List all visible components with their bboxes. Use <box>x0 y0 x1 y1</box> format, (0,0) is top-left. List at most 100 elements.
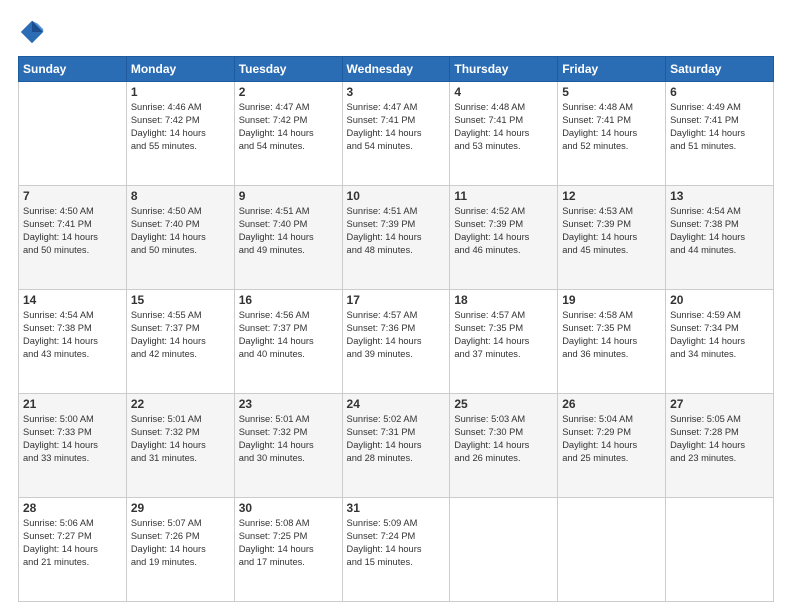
calendar-cell: 22 Sunrise: 5:01 AMSunset: 7:32 PMDayligh… <box>126 394 234 498</box>
cell-content: Sunrise: 4:54 AMSunset: 7:38 PMDaylight:… <box>670 205 769 257</box>
day-number: 23 <box>239 397 338 411</box>
day-number: 14 <box>23 293 122 307</box>
calendar-cell: 23 Sunrise: 5:01 AMSunset: 7:32 PMDayligh… <box>234 394 342 498</box>
cell-content: Sunrise: 4:58 AMSunset: 7:35 PMDaylight:… <box>562 309 661 361</box>
page: SundayMondayTuesdayWednesdayThursdayFrid… <box>0 0 792 612</box>
day-number: 18 <box>454 293 553 307</box>
calendar-week-2: 7Sunrise: 4:50 AMSunset: 7:41 PMDaylight… <box>19 186 774 290</box>
weekday-header-monday: Monday <box>126 57 234 82</box>
day-number: 2 <box>239 85 338 99</box>
cell-content: Sunrise: 5:01 AMSunset: 7:32 PMDaylight:… <box>131 413 230 465</box>
day-number: 30 <box>239 501 338 515</box>
day-number: 15 <box>131 293 230 307</box>
day-number: 16 <box>239 293 338 307</box>
calendar-table: SundayMondayTuesdayWednesdayThursdayFrid… <box>18 56 774 602</box>
calendar-cell <box>558 498 666 602</box>
cell-content: Sunrise: 4:52 AMSunset: 7:39 PMDaylight:… <box>454 205 553 257</box>
cell-content: Sunrise: 5:06 AMSunset: 7:27 PMDaylight:… <box>23 517 122 569</box>
day-number: 25 <box>454 397 553 411</box>
day-number: 17 <box>347 293 446 307</box>
cell-content: Sunrise: 4:59 AMSunset: 7:34 PMDaylight:… <box>670 309 769 361</box>
cell-content: Sunrise: 4:57 AMSunset: 7:36 PMDaylight:… <box>347 309 446 361</box>
calendar-cell: 17 Sunrise: 4:57 AMSunset: 7:36 PMDayligh… <box>342 290 450 394</box>
cell-content: Sunrise: 4:55 AMSunset: 7:37 PMDaylight:… <box>131 309 230 361</box>
weekday-header-sunday: Sunday <box>19 57 127 82</box>
weekday-header-wednesday: Wednesday <box>342 57 450 82</box>
weekday-header-friday: Friday <box>558 57 666 82</box>
logo-icon <box>18 18 46 46</box>
calendar-week-1: 1Sunrise: 4:46 AMSunset: 7:42 PMDaylight… <box>19 82 774 186</box>
cell-content: Sunrise: 4:48 AMSunset: 7:41 PMDaylight:… <box>454 101 553 153</box>
cell-content: Sunrise: 4:56 AMSunset: 7:37 PMDaylight:… <box>239 309 338 361</box>
cell-content: Sunrise: 5:00 AMSunset: 7:33 PMDaylight:… <box>23 413 122 465</box>
weekday-header-saturday: Saturday <box>666 57 774 82</box>
day-number: 6 <box>670 85 769 99</box>
day-number: 9 <box>239 189 338 203</box>
cell-content: Sunrise: 4:54 AMSunset: 7:38 PMDaylight:… <box>23 309 122 361</box>
cell-content: Sunrise: 4:47 AMSunset: 7:42 PMDaylight:… <box>239 101 338 153</box>
calendar-cell: 3 Sunrise: 4:47 AMSunset: 7:41 PMDaylight… <box>342 82 450 186</box>
calendar-cell: 1Sunrise: 4:46 AMSunset: 7:42 PMDaylight… <box>126 82 234 186</box>
calendar-cell: 21 Sunrise: 5:00 AMSunset: 7:33 PMDayligh… <box>19 394 127 498</box>
calendar-cell: 13 Sunrise: 4:54 AMSunset: 7:38 PMDayligh… <box>666 186 774 290</box>
calendar-cell: 20 Sunrise: 4:59 AMSunset: 7:34 PMDayligh… <box>666 290 774 394</box>
cell-content: Sunrise: 4:57 AMSunset: 7:35 PMDaylight:… <box>454 309 553 361</box>
calendar-cell: 26Sunrise: 5:04 AMSunset: 7:29 PMDayligh… <box>558 394 666 498</box>
day-number: 3 <box>347 85 446 99</box>
cell-content: Sunrise: 4:50 AMSunset: 7:40 PMDaylight:… <box>131 205 230 257</box>
calendar-cell: 24 Sunrise: 5:02 AMSunset: 7:31 PMDayligh… <box>342 394 450 498</box>
cell-content: Sunrise: 4:53 AMSunset: 7:39 PMDaylight:… <box>562 205 661 257</box>
cell-content: Sunrise: 4:51 AMSunset: 7:40 PMDaylight:… <box>239 205 338 257</box>
day-number: 20 <box>670 293 769 307</box>
calendar-cell: 14 Sunrise: 4:54 AMSunset: 7:38 PMDayligh… <box>19 290 127 394</box>
calendar-cell: 16 Sunrise: 4:56 AMSunset: 7:37 PMDayligh… <box>234 290 342 394</box>
day-number: 4 <box>454 85 553 99</box>
day-number: 8 <box>131 189 230 203</box>
calendar-cell: 12 Sunrise: 4:53 AMSunset: 7:39 PMDayligh… <box>558 186 666 290</box>
calendar-cell <box>450 498 558 602</box>
day-number: 28 <box>23 501 122 515</box>
day-number: 19 <box>562 293 661 307</box>
day-number: 21 <box>23 397 122 411</box>
calendar-cell: 5Sunrise: 4:48 AMSunset: 7:41 PMDaylight… <box>558 82 666 186</box>
calendar-cell: 30 Sunrise: 5:08 AMSunset: 7:25 PMDayligh… <box>234 498 342 602</box>
calendar-cell <box>666 498 774 602</box>
day-number: 10 <box>347 189 446 203</box>
cell-content: Sunrise: 5:03 AMSunset: 7:30 PMDaylight:… <box>454 413 553 465</box>
calendar-cell: 2 Sunrise: 4:47 AMSunset: 7:42 PMDaylight… <box>234 82 342 186</box>
cell-content: Sunrise: 5:02 AMSunset: 7:31 PMDaylight:… <box>347 413 446 465</box>
calendar-week-5: 28 Sunrise: 5:06 AMSunset: 7:27 PMDayligh… <box>19 498 774 602</box>
day-number: 13 <box>670 189 769 203</box>
calendar-cell: 9 Sunrise: 4:51 AMSunset: 7:40 PMDaylight… <box>234 186 342 290</box>
cell-content: Sunrise: 5:08 AMSunset: 7:25 PMDaylight:… <box>239 517 338 569</box>
cell-content: Sunrise: 4:50 AMSunset: 7:41 PMDaylight:… <box>23 205 122 257</box>
calendar-cell: 10 Sunrise: 4:51 AMSunset: 7:39 PMDayligh… <box>342 186 450 290</box>
cell-content: Sunrise: 5:07 AMSunset: 7:26 PMDaylight:… <box>131 517 230 569</box>
cell-content: Sunrise: 5:01 AMSunset: 7:32 PMDaylight:… <box>239 413 338 465</box>
weekday-header-thursday: Thursday <box>450 57 558 82</box>
cell-content: Sunrise: 4:47 AMSunset: 7:41 PMDaylight:… <box>347 101 446 153</box>
calendar-cell: 19 Sunrise: 4:58 AMSunset: 7:35 PMDayligh… <box>558 290 666 394</box>
logo <box>18 18 50 46</box>
calendar-cell: 6 Sunrise: 4:49 AMSunset: 7:41 PMDaylight… <box>666 82 774 186</box>
day-number: 31 <box>347 501 446 515</box>
day-number: 12 <box>562 189 661 203</box>
calendar-cell: 31Sunrise: 5:09 AMSunset: 7:24 PMDayligh… <box>342 498 450 602</box>
day-number: 1 <box>131 85 230 99</box>
calendar-cell: 4 Sunrise: 4:48 AMSunset: 7:41 PMDaylight… <box>450 82 558 186</box>
cell-content: Sunrise: 4:51 AMSunset: 7:39 PMDaylight:… <box>347 205 446 257</box>
day-number: 27 <box>670 397 769 411</box>
calendar-cell: 8 Sunrise: 4:50 AMSunset: 7:40 PMDaylight… <box>126 186 234 290</box>
cell-content: Sunrise: 4:49 AMSunset: 7:41 PMDaylight:… <box>670 101 769 153</box>
calendar-cell: 18 Sunrise: 4:57 AMSunset: 7:35 PMDayligh… <box>450 290 558 394</box>
calendar-week-4: 21 Sunrise: 5:00 AMSunset: 7:33 PMDayligh… <box>19 394 774 498</box>
cell-content: Sunrise: 4:48 AMSunset: 7:41 PMDaylight:… <box>562 101 661 153</box>
calendar-cell <box>19 82 127 186</box>
calendar-cell: 29 Sunrise: 5:07 AMSunset: 7:26 PMDayligh… <box>126 498 234 602</box>
day-number: 29 <box>131 501 230 515</box>
calendar-cell: 25 Sunrise: 5:03 AMSunset: 7:30 PMDayligh… <box>450 394 558 498</box>
day-number: 22 <box>131 397 230 411</box>
day-number: 24 <box>347 397 446 411</box>
cell-content: Sunrise: 5:05 AMSunset: 7:28 PMDaylight:… <box>670 413 769 465</box>
cell-content: Sunrise: 5:04 AMSunset: 7:29 PMDaylight:… <box>562 413 661 465</box>
